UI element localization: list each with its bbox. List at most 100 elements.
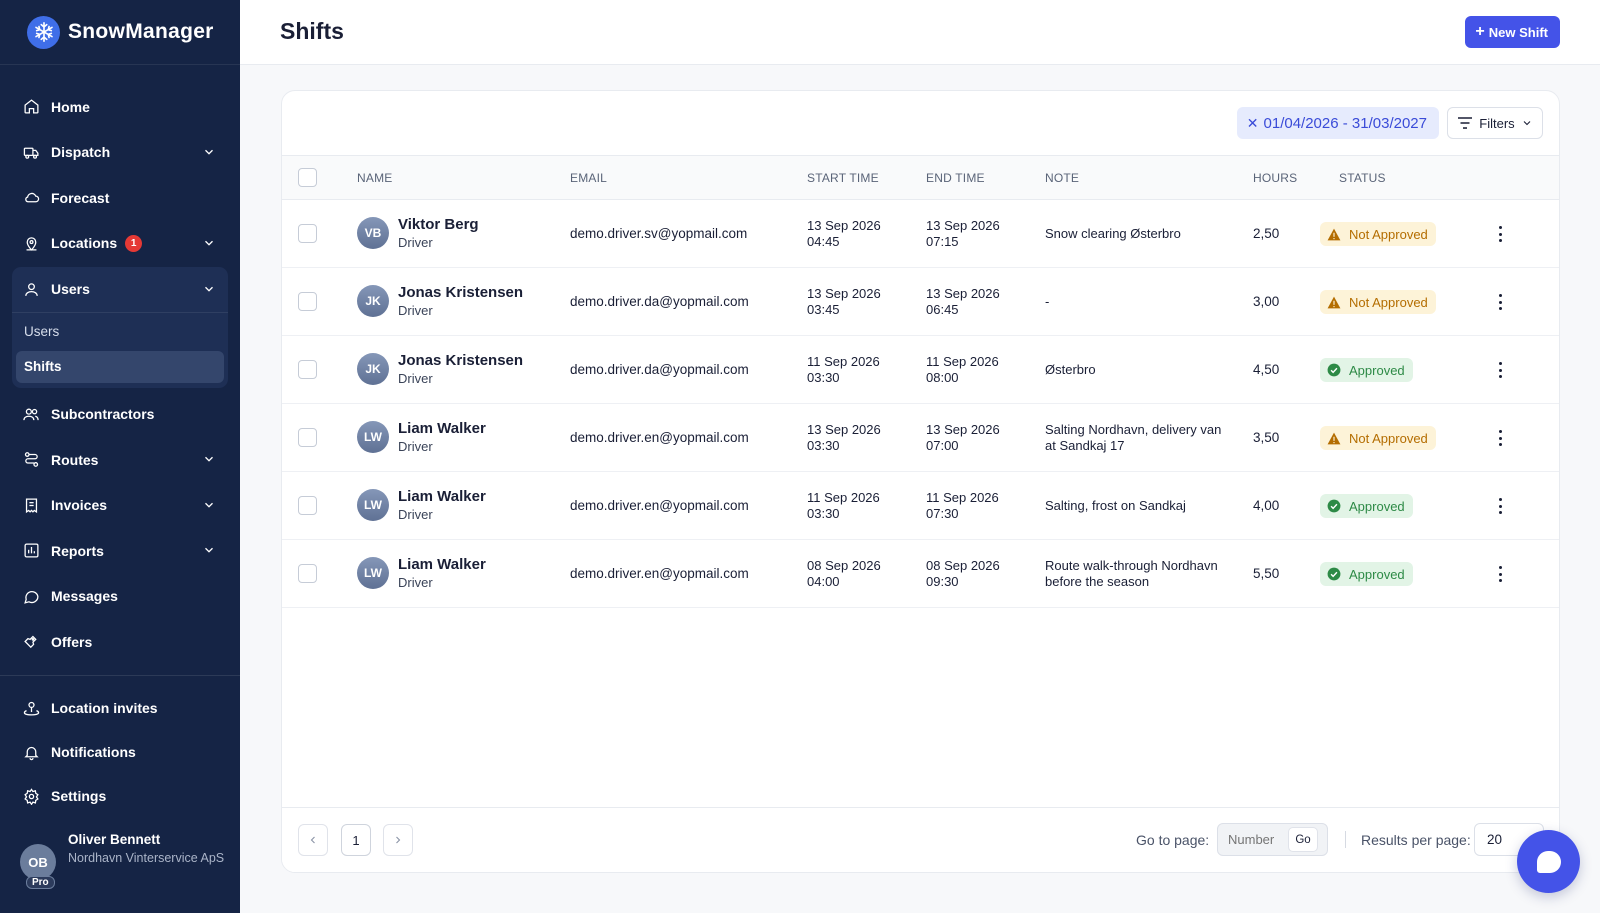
route-icon [22, 451, 40, 469]
filters-button[interactable]: Filters [1447, 107, 1543, 139]
table-row[interactable]: LW Liam Walker Driver demo.driver.en@yopmai… [282, 472, 1559, 540]
sidebar-subitem-shifts[interactable]: Shifts [16, 350, 224, 383]
sidebar-item-location-invites[interactable]: Location invites [12, 686, 228, 730]
user-name[interactable]: Jonas Kristensen [398, 352, 523, 369]
column-header-name[interactable]: NAME [357, 171, 392, 185]
gear-icon [22, 787, 40, 805]
column-header-start-time[interactable]: START TIME [807, 171, 879, 185]
new-shift-button[interactable]: + New Shift [1465, 16, 1560, 48]
more-options-icon[interactable] [1494, 292, 1506, 312]
more-options-icon[interactable] [1494, 360, 1506, 380]
table-row[interactable]: VB Viktor Berg Driver demo.driver.sv@yopmai… [282, 200, 1559, 268]
sidebar-item-reports[interactable]: Reports [12, 528, 228, 574]
table-row[interactable]: JK Jonas Kristensen Driver demo.driver.da@y… [282, 336, 1559, 404]
shift-hours: 4,00 [1253, 498, 1280, 513]
users-icon [22, 405, 40, 423]
user-icon [22, 280, 40, 298]
goto-page-input[interactable] [1218, 832, 1288, 847]
next-page-button[interactable] [383, 824, 413, 856]
chevron-down-icon [205, 240, 213, 246]
locations-count-badge: 1 [125, 234, 143, 252]
row-checkbox[interactable] [298, 496, 317, 515]
column-header-hours[interactable]: HOURS [1253, 171, 1297, 185]
filters-label: Filters [1479, 115, 1515, 131]
sidebar-item-messages[interactable]: Messages [12, 574, 228, 620]
column-header-end-time[interactable]: END TIME [926, 171, 985, 185]
table-header: NAME EMAIL START TIME END TIME NOTE HOUR… [282, 156, 1559, 200]
more-options-icon[interactable] [1494, 496, 1506, 516]
sidebar-item-offers[interactable]: Offers [12, 619, 228, 665]
prev-page-button[interactable] [298, 824, 328, 856]
sidebar-item-label: Dispatch [51, 144, 111, 161]
start-date-value: 13 Sep 2026 [807, 422, 881, 437]
date-range-filter-chip[interactable]: ✕ 01/04/2026 - 31/03/2027 [1236, 107, 1439, 139]
user-name[interactable]: Viktor Berg [398, 216, 479, 233]
sidebar-divider [0, 675, 240, 676]
start-date-value: 13 Sep 2026 [807, 286, 881, 301]
shift-note: - [1045, 294, 1050, 309]
end-time: 13 Sep 2026 07:00 [926, 422, 1000, 454]
row-checkbox[interactable] [298, 564, 317, 583]
status-badge: Approved [1320, 562, 1413, 586]
column-header-status[interactable]: STATUS [1339, 171, 1386, 185]
sidebar-item-forecast[interactable]: Forecast [12, 175, 228, 221]
chat-launcher-button[interactable] [1517, 830, 1580, 893]
sidebar-item-label: Locations [51, 235, 118, 252]
user-name[interactable]: Liam Walker [398, 420, 486, 437]
sidebar-item-locations[interactable]: Locations 1 [12, 221, 228, 267]
sidebar-item-home[interactable]: Home [12, 84, 228, 130]
column-header-email[interactable]: EMAIL [570, 171, 607, 185]
sidebar-item-dispatch[interactable]: Dispatch [12, 130, 228, 176]
table-row[interactable]: JK Jonas Kristensen Driver demo.driver.da@y… [282, 268, 1559, 336]
row-checkbox[interactable] [298, 292, 317, 311]
column-header-note[interactable]: NOTE [1045, 171, 1079, 185]
table-row[interactable]: LW Liam Walker Driver demo.driver.en@yopmai… [282, 540, 1559, 608]
user-email: demo.driver.da@yopmail.com [570, 294, 749, 309]
user-name[interactable]: Jonas Kristensen [398, 284, 523, 301]
end-date-value: 13 Sep 2026 [926, 286, 1000, 301]
row-checkbox[interactable] [298, 360, 317, 379]
user-name[interactable]: Liam Walker [398, 488, 486, 505]
user-email: demo.driver.en@yopmail.com [570, 430, 749, 445]
more-options-icon[interactable] [1494, 428, 1506, 448]
more-options-icon[interactable] [1494, 564, 1506, 584]
sidebar-item-routes[interactable]: Routes [12, 437, 228, 483]
more-options-icon[interactable] [1494, 224, 1506, 244]
select-all-checkbox[interactable] [298, 168, 317, 187]
table-row[interactable]: LW Liam Walker Driver demo.driver.en@yopmai… [282, 404, 1559, 472]
end-time: 11 Sep 2026 07:30 [926, 490, 999, 522]
status-badge: Not Approved [1320, 426, 1436, 450]
chat-bubble-icon [1536, 850, 1561, 873]
location-invite-icon [22, 699, 40, 717]
go-button[interactable]: Go [1288, 827, 1318, 852]
sidebar-subitem-users[interactable]: Users [16, 316, 224, 348]
row-checkbox[interactable] [298, 428, 317, 447]
page-number-button[interactable]: 1 [341, 824, 371, 856]
results-per-page-value: 20 [1487, 832, 1503, 847]
chevron-right-icon [396, 836, 401, 844]
sidebar-item-users[interactable]: Users [12, 267, 228, 313]
user-profile[interactable]: OB Pro Oliver Bennett Nordhavn Vinterser… [20, 832, 230, 889]
status-label: Not Approved [1349, 294, 1428, 310]
goto-page-control: Go [1217, 823, 1328, 856]
start-clock-value: 03:30 [807, 370, 840, 385]
shift-note: Østerbro [1045, 362, 1096, 377]
end-clock-value: 07:30 [926, 506, 959, 521]
sidebar-item-notifications[interactable]: Notifications [12, 730, 228, 774]
avatar: JK [357, 353, 389, 385]
table-toolbar: ✕ 01/04/2026 - 31/03/2027 Filters [282, 91, 1559, 156]
user-email: demo.driver.sv@yopmail.com [570, 226, 748, 241]
sidebar-item-settings[interactable]: Settings [12, 774, 228, 818]
home-icon [22, 98, 40, 116]
user-email: demo.driver.en@yopmail.com [570, 566, 749, 581]
sidebar-item-invoices[interactable]: Invoices [12, 483, 228, 529]
user-name[interactable]: Liam Walker [398, 556, 486, 573]
close-icon[interactable]: ✕ [1247, 115, 1259, 132]
start-time: 11 Sep 2026 03:30 [807, 490, 880, 522]
avatar: OB Pro [20, 844, 56, 889]
row-checkbox[interactable] [298, 224, 317, 243]
brand[interactable]: SnowManager [0, 0, 240, 65]
sidebar-item-subcontractors[interactable]: Subcontractors [12, 392, 228, 438]
page-title: Shifts [280, 18, 344, 44]
status-badge: Approved [1320, 358, 1413, 382]
